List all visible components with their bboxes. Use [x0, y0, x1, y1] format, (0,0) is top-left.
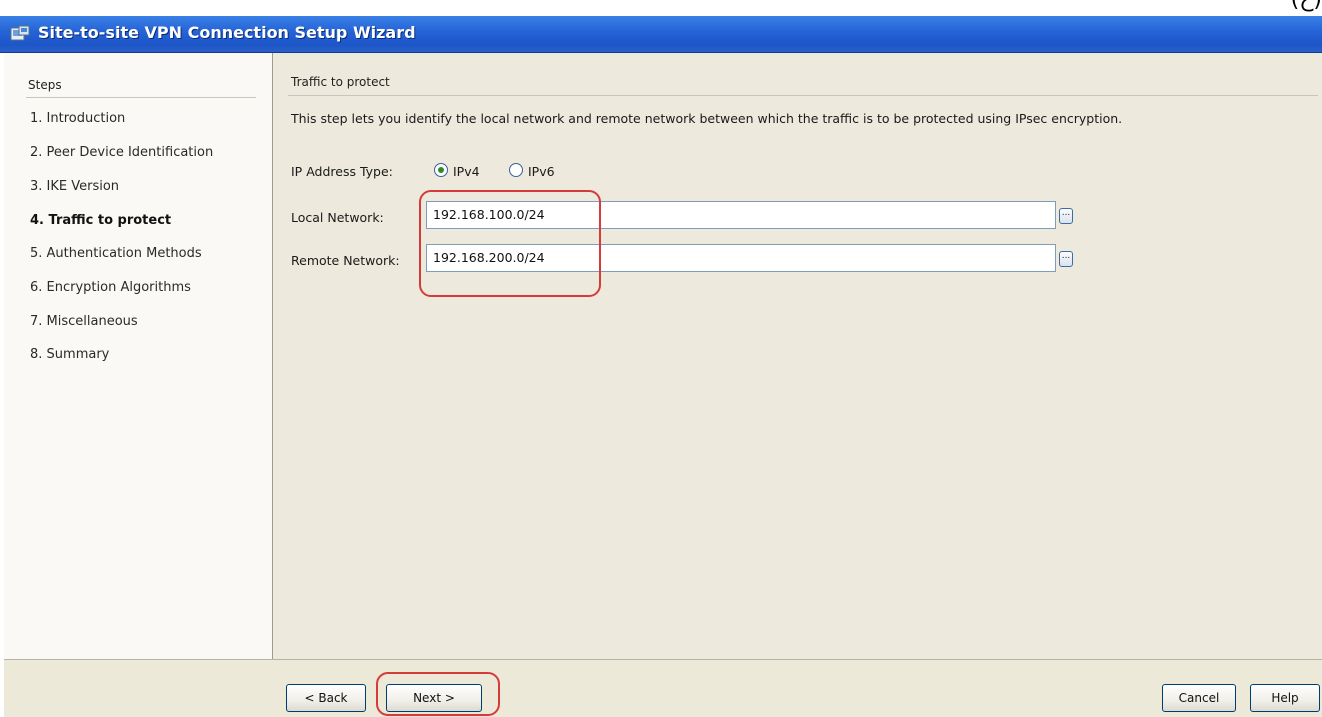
remote-network-browse-button[interactable]: ...: [1059, 251, 1073, 267]
step-authentication-methods: 5. Authentication Methods: [30, 246, 202, 261]
radio-selected-dot: [438, 167, 444, 173]
step-peer-device-identification: 2. Peer Device Identification: [30, 145, 214, 160]
section-divider: [288, 95, 1318, 96]
cancel-button[interactable]: Cancel: [1162, 684, 1236, 712]
step-traffic-to-protect: 4. Traffic to protect: [30, 213, 172, 228]
steps-divider: [26, 97, 256, 98]
local-network-browse-button[interactable]: ...: [1059, 208, 1073, 224]
button-bar: [4, 659, 1322, 717]
window-titlebar[interactable]: Site-to-site VPN Connection Setup Wizard: [0, 16, 1322, 53]
step-miscellaneous: 7. Miscellaneous: [30, 314, 138, 329]
window-title: Site-to-site VPN Connection Setup Wizard: [38, 23, 416, 42]
next-button-callout: [376, 672, 500, 716]
step-introduction: 1. Introduction: [30, 111, 126, 126]
step-description: This step lets you identify the local ne…: [291, 111, 1123, 126]
network-fields-callout: [419, 190, 601, 297]
ipv6-radio[interactable]: [509, 163, 523, 177]
ipv4-radio[interactable]: [434, 163, 448, 177]
section-title: Traffic to protect: [291, 75, 390, 89]
ip-address-type-label: IP Address Type:: [291, 164, 393, 179]
help-button[interactable]: Help: [1250, 684, 1320, 712]
app-icon: [10, 25, 30, 41]
remote-network-label: Remote Network:: [291, 253, 400, 268]
steps-heading: Steps: [28, 78, 62, 92]
corner-annotation: (ح): [1291, 0, 1322, 12]
step-encryption-algorithms: 6. Encryption Algorithms: [30, 280, 191, 295]
local-network-label: Local Network:: [291, 210, 384, 225]
ipv6-radio-label[interactable]: IPv6: [528, 164, 555, 179]
content-panel: [273, 53, 1322, 659]
ipv4-radio-label[interactable]: IPv4: [453, 164, 480, 179]
step-summary: 8. Summary: [30, 347, 110, 362]
back-button[interactable]: < Back: [286, 684, 366, 712]
step-ike-version: 3. IKE Version: [30, 179, 120, 194]
